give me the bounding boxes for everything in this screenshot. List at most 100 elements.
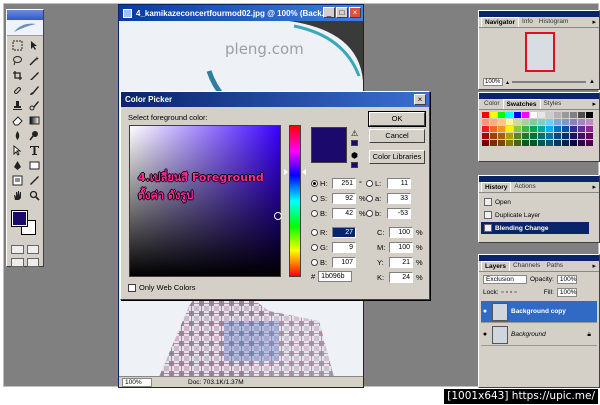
g-radio[interactable] — [311, 243, 318, 251]
tab-navigator[interactable]: Navigator — [481, 17, 519, 27]
standard-mode-icon[interactable] — [11, 245, 24, 254]
close-icon[interactable]: × — [414, 94, 426, 105]
photoshop-logo[interactable] — [7, 20, 43, 36]
history-item[interactable]: Duplicate Layer — [481, 209, 589, 221]
tab-swatches[interactable]: Swatches — [502, 99, 541, 109]
standard-screen-mode-icon[interactable] — [11, 258, 24, 267]
h-radio[interactable] — [311, 179, 318, 187]
a-radio[interactable] — [366, 194, 373, 202]
navigator-thumbnail[interactable] — [525, 32, 555, 72]
history-item[interactable]: Open — [481, 196, 589, 208]
tab-paths[interactable]: Paths — [543, 261, 566, 271]
full-screen-mode-icon[interactable] — [26, 258, 39, 267]
k-input[interactable]: 24 — [389, 271, 413, 283]
color-picker-title[interactable]: Color Picker — [121, 92, 429, 107]
magic-wand-tool-icon[interactable] — [27, 54, 42, 67]
tab-actions[interactable]: Actions — [511, 182, 538, 192]
path-selection-tool-icon[interactable] — [10, 144, 25, 157]
lasso-tool-icon[interactable] — [10, 54, 25, 67]
s-input[interactable]: 92 — [332, 192, 356, 204]
h-input[interactable]: 251 — [332, 177, 356, 189]
panel-menu-icon[interactable]: ▸ — [592, 183, 596, 191]
zoom-in-icon[interactable]: ▲ — [589, 79, 595, 85]
tab-histogram[interactable]: Histogram — [536, 17, 572, 27]
blend-mode-select[interactable]: Exclusion — [483, 275, 527, 284]
layer-row-background-copy[interactable]: ● Background copy — [481, 301, 597, 323]
panel-menu-icon[interactable]: ▸ — [592, 100, 596, 108]
zoom-out-icon[interactable]: ▴ — [506, 79, 509, 86]
panel-menu-icon[interactable]: ▸ — [592, 18, 596, 26]
tab-channels[interactable]: Channels — [510, 261, 543, 271]
brush-tool-icon[interactable] — [27, 84, 42, 97]
lab-b-input[interactable]: -53 — [387, 207, 411, 219]
cancel-button[interactable]: Cancel — [369, 129, 425, 143]
gamut-warning-icon[interactable]: ⚠ — [351, 129, 358, 138]
color-libraries-button[interactable]: Color Libraries — [369, 150, 425, 164]
color-field-marker[interactable] — [274, 212, 282, 220]
pen-tool-icon[interactable] — [10, 159, 25, 172]
history-brush-tool-icon[interactable] — [27, 99, 42, 112]
tab-history[interactable]: History — [481, 182, 512, 192]
hex-input[interactable]: 1b096b — [318, 271, 353, 282]
zoom-level-field[interactable]: 100% — [122, 377, 152, 387]
document-size[interactable]: Doc: 703.1K/1.37M — [188, 379, 244, 386]
web-safe-color-swatch[interactable] — [351, 162, 358, 168]
only-web-colors-checkbox[interactable] — [128, 283, 136, 292]
clone-stamp-tool-icon[interactable] — [10, 99, 25, 112]
tool-palette-titlebar[interactable] — [7, 10, 43, 20]
blur-tool-icon[interactable] — [10, 129, 25, 142]
history-item-selected[interactable]: Blending Change — [481, 222, 589, 234]
s-radio[interactable] — [311, 194, 318, 202]
eraser-tool-icon[interactable] — [10, 114, 25, 127]
a-input[interactable]: 33 — [387, 192, 411, 204]
l-input[interactable]: 11 — [387, 177, 411, 189]
y-input[interactable]: 21 — [389, 256, 413, 268]
tab-color[interactable]: Color — [481, 99, 503, 109]
minimize-icon[interactable]: _ — [323, 7, 335, 18]
hue-slider[interactable] — [289, 125, 301, 277]
rgb-b-radio[interactable] — [311, 258, 318, 266]
r-input[interactable]: 27 — [332, 226, 356, 238]
layer-row-background[interactable]: ● Background 🔒︎ — [481, 324, 597, 346]
panel-menu-icon[interactable]: ▸ — [592, 262, 596, 270]
tab-layers[interactable]: Layers — [481, 261, 510, 271]
b-radio[interactable] — [311, 209, 318, 217]
m-input[interactable]: 100 — [389, 241, 413, 253]
marquee-tool-icon[interactable] — [10, 39, 25, 52]
hand-tool-icon[interactable] — [10, 189, 25, 202]
maximize-icon[interactable]: □ — [336, 7, 348, 18]
swatch-grid[interactable] — [482, 112, 593, 146]
type-tool-icon[interactable] — [27, 144, 42, 157]
rgb-b-input[interactable]: 107 — [332, 256, 356, 268]
foreground-color-swatch[interactable] — [11, 210, 28, 227]
eyedropper-tool-icon[interactable] — [27, 174, 42, 187]
eye-icon[interactable]: ● — [481, 308, 489, 315]
notes-tool-icon[interactable] — [10, 174, 25, 187]
quick-mask-mode-icon[interactable] — [26, 245, 39, 254]
shape-tool-icon[interactable] — [27, 159, 42, 172]
web-safe-cube-icon[interactable]: ⬢ — [351, 151, 358, 160]
lock-icons[interactable]: ▫▫▫▫ — [502, 289, 519, 296]
navigator-zoom-field[interactable]: 100% — [483, 78, 503, 86]
hue-slider-arrow-left[interactable] — [284, 169, 288, 175]
zoom-tool-icon[interactable] — [27, 189, 42, 202]
gamut-color-swatch[interactable] — [351, 140, 358, 146]
hue-slider-arrow-right[interactable] — [302, 169, 306, 175]
tab-info[interactable]: Info — [519, 17, 536, 27]
zoom-slider[interactable] — [512, 81, 587, 83]
ok-button[interactable]: OK — [368, 111, 426, 127]
crop-tool-icon[interactable] — [10, 69, 25, 82]
l-radio[interactable] — [366, 179, 373, 187]
c-input[interactable]: 100 — [389, 226, 413, 238]
eye-icon[interactable]: ● — [481, 331, 489, 338]
healing-brush-tool-icon[interactable] — [10, 84, 25, 97]
gradient-tool-icon[interactable] — [27, 114, 42, 127]
close-icon[interactable]: × — [349, 7, 361, 18]
move-tool-icon[interactable] — [27, 39, 42, 52]
b-input[interactable]: 42 — [332, 207, 356, 219]
r-radio[interactable] — [311, 228, 318, 236]
tab-styles[interactable]: Styles — [541, 99, 565, 109]
opacity-field[interactable]: 100% — [556, 275, 577, 284]
g-input[interactable]: 9 — [332, 241, 356, 253]
slice-tool-icon[interactable] — [27, 69, 42, 82]
